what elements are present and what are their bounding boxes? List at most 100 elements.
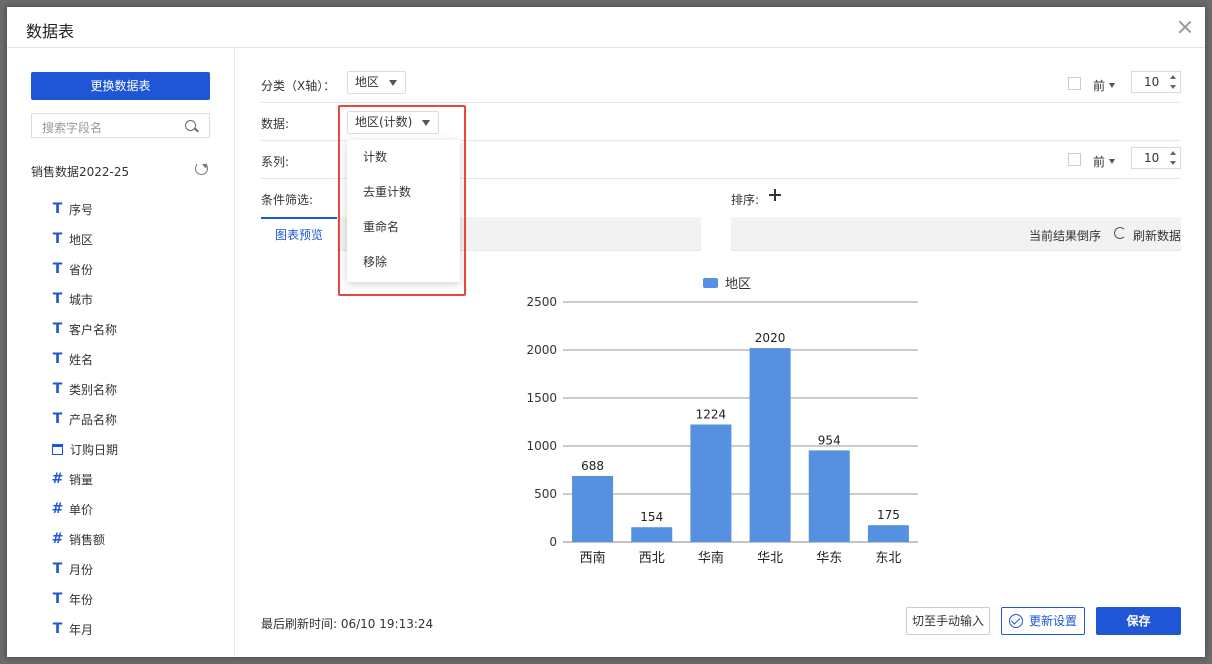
stepper-down-icon[interactable] <box>1170 85 1176 89</box>
top-n-value: 10 <box>1144 75 1160 89</box>
field-item[interactable]: 订购日期 <box>51 434 118 464</box>
x-tick-label: 华北 <box>757 551 783 566</box>
field-label: 月份 <box>69 562 94 577</box>
field-item[interactable]: T 省份 <box>51 254 118 284</box>
field-label: 产品名称 <box>69 412 118 427</box>
bar-value-label: 175 <box>877 508 900 522</box>
field-label: 单价 <box>69 502 94 517</box>
field-item[interactable]: T 地区 <box>51 224 118 254</box>
data-table-dialog: 数据表 更换数据表 搜索字段名 销售数据2022-25 T 序号 T 地区 T 省份 T 城市… <box>7 7 1205 657</box>
bar-value-label: 954 <box>818 433 841 447</box>
x-tick-label: 西南 <box>580 550 606 566</box>
legend-label: 地区 <box>725 277 751 292</box>
tab-gap <box>701 217 731 251</box>
bar-chart: 地区 0 500 1000 1500 2000 2500 688 西南 154 西北 1224 华南 20… <box>526 277 918 566</box>
sort-label: 排序: <box>731 193 760 207</box>
bar-value-label: 2020 <box>755 331 786 345</box>
bar <box>631 527 673 542</box>
refresh-icon[interactable] <box>195 162 208 175</box>
field-label: 城市 <box>69 292 94 307</box>
text-type-icon: T <box>52 291 63 307</box>
update-settings-button[interactable]: 更新设置 <box>1001 607 1085 635</box>
field-item[interactable]: T 序号 <box>51 194 118 224</box>
bar <box>690 424 732 542</box>
field-item[interactable]: T 类别名称 <box>51 374 118 404</box>
add-sort-icon[interactable] <box>769 189 781 201</box>
text-type-icon: T <box>52 351 63 367</box>
x-tick-label: 华东 <box>816 551 842 566</box>
highlight-box <box>338 105 466 296</box>
field-label: 类别名称 <box>69 382 118 397</box>
top-n-select[interactable]: 前 <box>1093 153 1116 170</box>
field-label: 年月 <box>69 622 94 637</box>
stepper-down-icon[interactable] <box>1170 161 1176 165</box>
save-button[interactable]: 保存 <box>1096 607 1181 635</box>
top-n-checkbox[interactable] <box>1068 153 1081 166</box>
y-tick-label: 1000 <box>526 439 557 453</box>
text-type-icon: T <box>52 561 63 577</box>
bar-value-label: 1224 <box>696 407 727 421</box>
bar <box>749 348 791 542</box>
field-label: 地区 <box>69 232 94 247</box>
field-list: T 序号 T 地区 T 省份 T 城市 T 客户名称 T 姓名 T 类别名称 T 产品名称 订购日期 # 销量 # 单价… <box>51 194 118 644</box>
y-tick-label: 500 <box>534 487 557 501</box>
refresh-data-link[interactable]: 刷新数据 <box>1133 227 1181 244</box>
text-type-icon: T <box>52 591 63 607</box>
check-circle-icon <box>1008 614 1023 628</box>
top-n-stepper[interactable]: 10 <box>1131 71 1181 93</box>
field-item[interactable]: T 客户名称 <box>51 314 118 344</box>
text-type-icon: T <box>52 411 63 427</box>
field-label: 姓名 <box>69 352 94 367</box>
bar <box>572 475 614 542</box>
close-icon[interactable] <box>1175 17 1195 37</box>
field-item[interactable]: T 月份 <box>51 554 118 584</box>
field-search-input[interactable]: 搜索字段名 <box>31 113 210 138</box>
field-label: 销量 <box>69 472 94 487</box>
top-n-checkbox[interactable] <box>1068 77 1081 90</box>
field-item[interactable]: T 城市 <box>51 284 118 314</box>
y-tick-label: 2500 <box>526 295 557 309</box>
category-value: 地区 <box>355 75 380 89</box>
dropdown-arrow-icon <box>1109 83 1116 88</box>
stepper-up-icon[interactable] <box>1170 75 1176 79</box>
bar-value-label: 688 <box>581 459 604 473</box>
bar <box>808 450 850 542</box>
dropdown-arrow-icon <box>389 80 398 86</box>
y-tick-label: 1500 <box>526 391 557 405</box>
category-label: 分类（X轴）： <box>261 79 336 93</box>
top-n-value: 10 <box>1144 151 1160 165</box>
field-item[interactable]: T 年月 <box>51 614 118 644</box>
change-table-button[interactable]: 更换数据表 <box>31 72 210 100</box>
tab-chart-preview[interactable]: 图表预览 <box>261 217 337 251</box>
text-type-icon: T <box>52 381 63 397</box>
field-label: 省份 <box>69 262 94 277</box>
field-item[interactable]: T 年份 <box>51 584 118 614</box>
field-item[interactable]: # 单价 <box>51 494 118 524</box>
y-tick-label: 2000 <box>526 343 557 357</box>
hash-icon: # <box>51 501 64 517</box>
filter-label: 条件筛选: <box>261 193 314 207</box>
bar-value-label: 154 <box>640 510 663 524</box>
top-n-select[interactable]: 前 <box>1093 77 1116 94</box>
field-item[interactable]: # 销售额 <box>51 524 118 554</box>
field-item[interactable]: T 姓名 <box>51 344 118 374</box>
field-label: 客户名称 <box>69 322 118 337</box>
text-type-icon: T <box>52 321 63 337</box>
reverse-results-link[interactable]: 当前结果倒序 <box>1029 227 1101 244</box>
calendar-icon <box>52 443 63 455</box>
field-label: 销售额 <box>69 532 106 547</box>
hash-icon: # <box>51 471 64 487</box>
field-item[interactable]: # 销量 <box>51 464 118 494</box>
stepper-up-icon[interactable] <box>1170 151 1176 155</box>
sidebar: 更换数据表 搜索字段名 销售数据2022-25 T 序号 T 地区 T 省份 T 城市 T 客户名… <box>7 48 235 657</box>
series-label: 系列: <box>261 155 290 169</box>
refresh-icon[interactable] <box>1114 227 1126 239</box>
top-n-stepper[interactable]: 10 <box>1131 147 1181 169</box>
field-item[interactable]: T 产品名称 <box>51 404 118 434</box>
search-placeholder: 搜索字段名 <box>42 121 103 135</box>
update-settings-label: 更新设置 <box>1028 614 1077 628</box>
category-row: 分类（X轴）： 地区 前 10 <box>261 65 1181 103</box>
search-icon[interactable] <box>185 120 196 131</box>
manual-input-button[interactable]: 切至手动输入 <box>906 607 990 635</box>
category-select[interactable]: 地区 <box>347 71 407 94</box>
